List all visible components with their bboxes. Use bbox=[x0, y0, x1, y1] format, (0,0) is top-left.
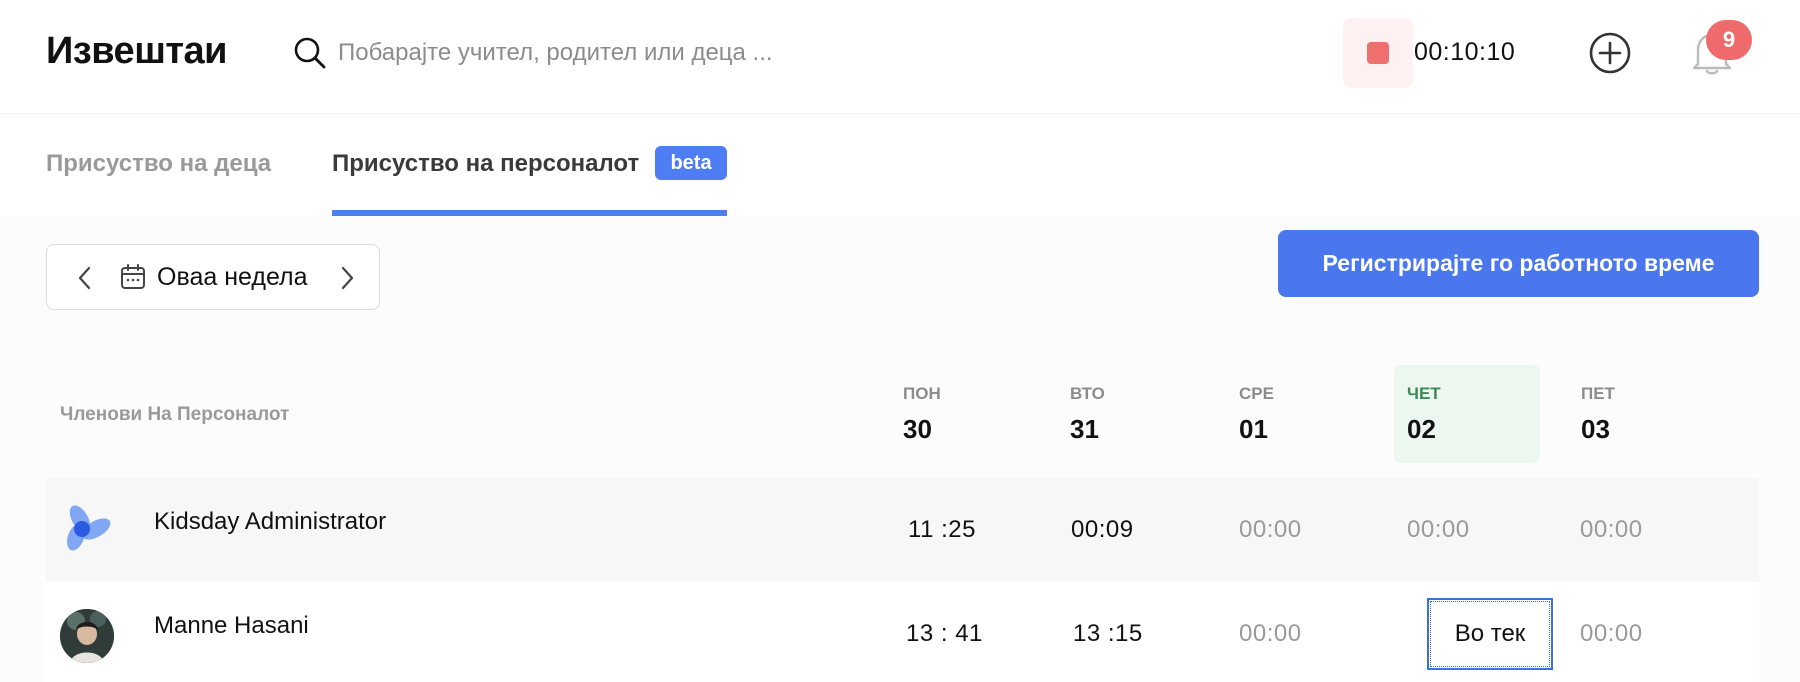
time-cell-fri[interactable]: 00:00 bbox=[1580, 620, 1643, 648]
tab-staff-attendance[interactable]: Присуство на персоналот bbox=[332, 150, 639, 178]
top-header: Извештаи 00:10:10 9 bbox=[0, 0, 1800, 114]
timer-display: 00:10:10 bbox=[1414, 38, 1516, 66]
chevron-right-icon[interactable] bbox=[337, 265, 357, 291]
kidsday-logo-avatar bbox=[67, 505, 111, 551]
time-cell-thu-in-progress[interactable]: Во тек bbox=[1427, 598, 1553, 670]
stop-timer-button[interactable] bbox=[1343, 18, 1413, 88]
chevron-left-icon[interactable] bbox=[75, 265, 95, 291]
time-cell-thu[interactable]: 00:00 bbox=[1407, 516, 1470, 544]
register-work-time-button[interactable]: Регистрирајте го работното време bbox=[1278, 230, 1759, 297]
day-header-thu: ЧЕТ 02 bbox=[1407, 384, 1441, 445]
day-number: 02 bbox=[1407, 414, 1436, 444]
day-number: 03 bbox=[1581, 414, 1610, 444]
week-label[interactable]: Оваа недела bbox=[157, 263, 308, 292]
time-cell-tue[interactable]: 00:09 bbox=[1071, 516, 1134, 544]
time-cell-tue[interactable]: 13 :15 bbox=[1073, 620, 1143, 648]
time-cell-fri[interactable]: 00:00 bbox=[1580, 516, 1643, 544]
day-number: 30 bbox=[903, 414, 932, 444]
day-name: ПОН bbox=[903, 384, 941, 403]
day-name: СРЕ bbox=[1239, 384, 1274, 403]
beta-badge: beta bbox=[655, 146, 727, 180]
day-header-mon: ПОН 30 bbox=[903, 384, 941, 445]
day-header-tue: ВТО 31 bbox=[1070, 384, 1105, 445]
day-header-fri: ПЕТ 03 bbox=[1581, 384, 1615, 445]
day-number: 31 bbox=[1070, 414, 1099, 444]
time-cell-wed[interactable]: 00:00 bbox=[1239, 620, 1302, 648]
staff-name: Manne Hasani bbox=[154, 612, 309, 639]
day-number: 01 bbox=[1239, 414, 1268, 444]
time-cell-wed[interactable]: 00:00 bbox=[1239, 516, 1302, 544]
day-name: ЧЕТ bbox=[1407, 384, 1441, 403]
notification-badge: 9 bbox=[1706, 20, 1752, 60]
day-header-wed: СРЕ 01 bbox=[1239, 384, 1274, 445]
calendar-icon bbox=[121, 264, 145, 289]
stop-icon bbox=[1367, 42, 1389, 64]
time-cell-mon[interactable]: 11 :25 bbox=[908, 516, 976, 544]
tab-children-attendance[interactable]: Присуство на деца bbox=[46, 150, 271, 178]
staff-column-header: Членови На Персоналот bbox=[60, 404, 290, 425]
table-row[interactable]: Kidsday Administrator 11 :25 00:09 00:00… bbox=[46, 478, 1759, 582]
staff-name: Kidsday Administrator bbox=[154, 508, 387, 535]
avatar bbox=[60, 609, 114, 663]
time-cell-mon[interactable]: 13 : 41 bbox=[906, 620, 983, 648]
day-name: ВТО bbox=[1070, 384, 1105, 403]
day-name: ПЕТ bbox=[1581, 384, 1615, 403]
add-circle-icon[interactable] bbox=[1588, 31, 1632, 75]
week-picker: Оваа недела bbox=[46, 244, 380, 310]
search-input[interactable] bbox=[338, 30, 898, 76]
table-row[interactable]: Manne Hasani 13 : 41 13 :15 00:00 Во тек… bbox=[46, 582, 1759, 682]
search-icon[interactable] bbox=[293, 36, 327, 70]
page-title: Извештаи bbox=[46, 30, 227, 72]
